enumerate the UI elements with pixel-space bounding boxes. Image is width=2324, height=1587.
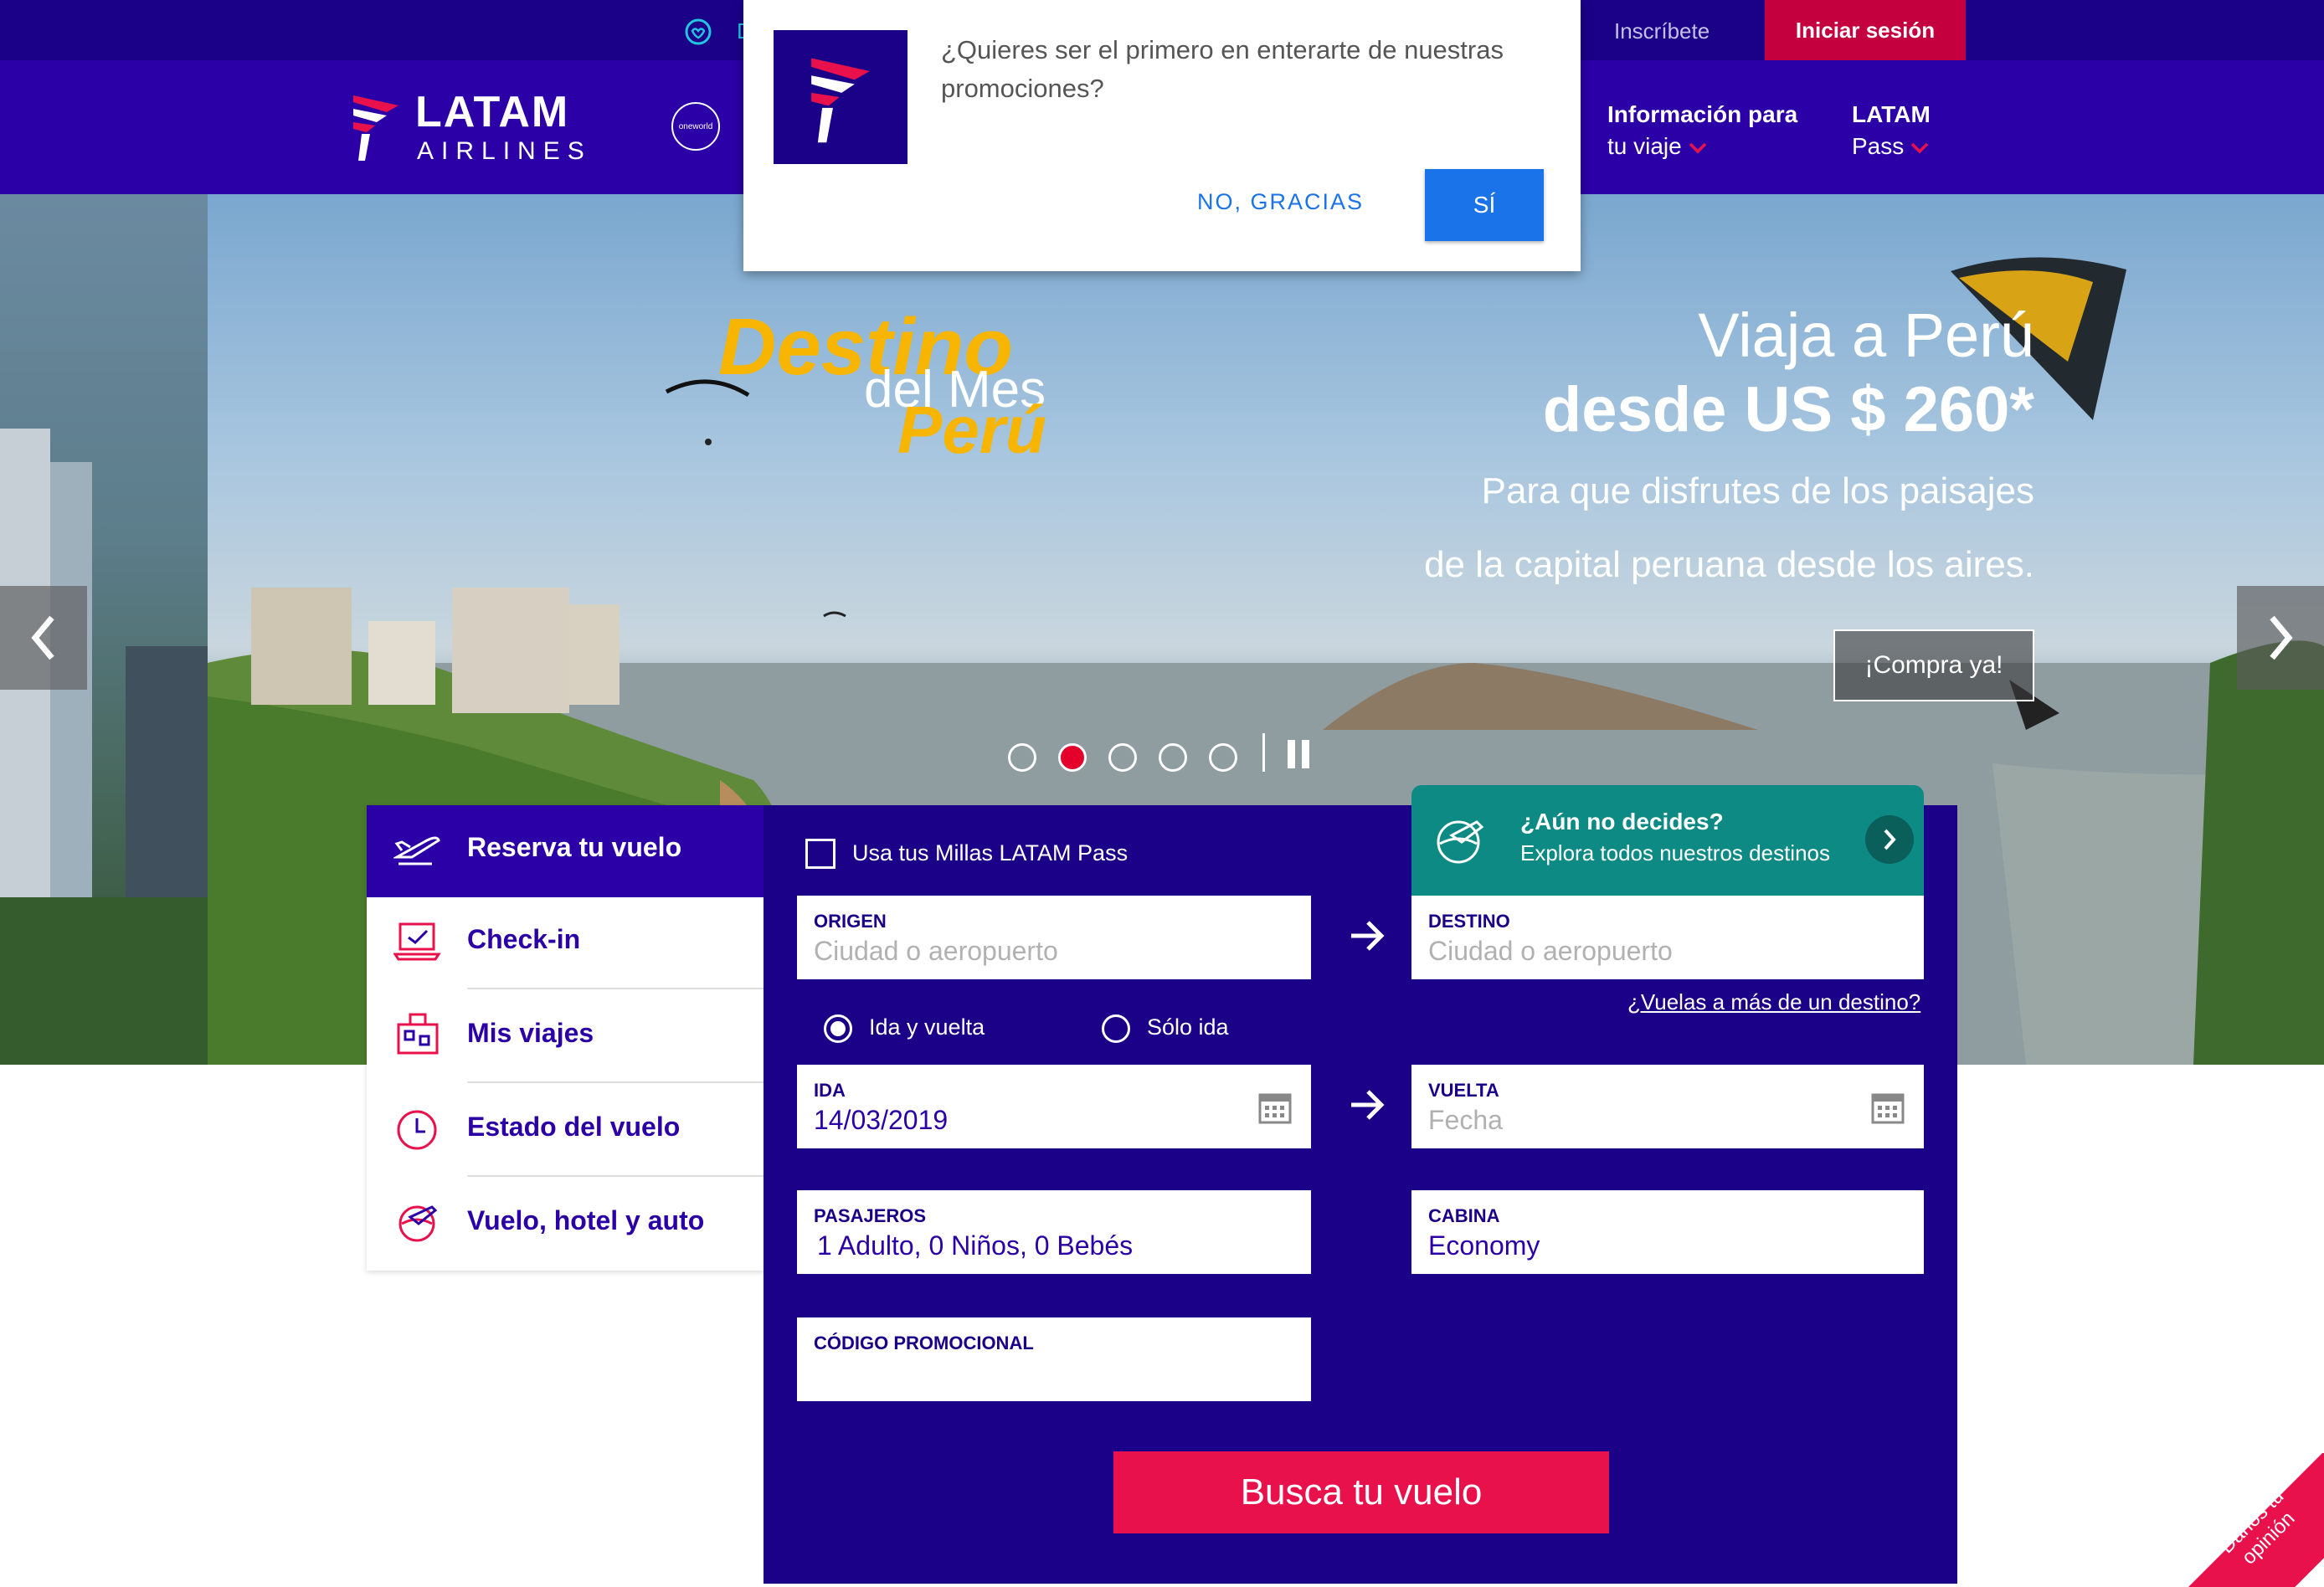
oneworld-text: oneworld [678, 121, 713, 131]
nav-item-line1: LATAM [1852, 101, 1931, 127]
chevron-right-icon [2270, 615, 2293, 660]
clock-icon [397, 1110, 437, 1150]
calendar-icon[interactable] [1257, 1090, 1293, 1125]
origin-label: ORIGEN [814, 911, 887, 932]
latam-logo-icon[interactable] [350, 87, 402, 164]
origin-field[interactable]: ORIGEN Ciudad o aeropuerto [797, 896, 1311, 979]
passengers-label: PASAJEROS [814, 1205, 927, 1226]
carousel-divider [1262, 733, 1265, 772]
nav-item-line2: Pass [1852, 133, 1905, 159]
latam-logo-icon [811, 58, 870, 143]
feedback-tab[interactable]: Danos tu opinión [2188, 1453, 2324, 1587]
cabin-select[interactable]: Economy [1428, 1230, 1540, 1261]
multi-destination-link[interactable]: ¿Vuelas a más de un destino? [1627, 989, 1920, 1015]
chevron-left-icon [31, 615, 54, 660]
carousel-dot[interactable] [1058, 743, 1087, 772]
laptop-check-icon [393, 922, 441, 961]
nav-item-line2: tu viaje [1607, 133, 1682, 159]
pause-icon[interactable] [1284, 738, 1313, 770]
miles-checkbox-label: Usa tus Millas LATAM Pass [852, 840, 1129, 865]
return-label: VUELTA [1428, 1080, 1499, 1101]
promo-code-field[interactable]: CÓDIGO PROMOCIONAL [797, 1317, 1311, 1401]
logo-subtitle: AIRLINES [417, 137, 592, 165]
return-input[interactable]: Fecha [1428, 1105, 1503, 1136]
sidebar-item-label: Vuelo, hotel y auto [467, 1205, 705, 1235]
oneworld-logo: oneworld [671, 102, 720, 151]
sidebar-item-label: Reserva tu vuelo [467, 832, 682, 862]
chevron-right-icon [1884, 829, 1896, 850]
plane-icon [393, 836, 440, 865]
carousel-dot[interactable] [1209, 743, 1237, 772]
sidebar-item-label: Mis viajes [467, 1018, 594, 1048]
carousel-dot[interactable] [1159, 743, 1187, 772]
login-button[interactable]: Iniciar sesión [1765, 0, 1966, 60]
departure-date-field[interactable]: IDA 14/03/2019 [797, 1065, 1311, 1148]
hero-price: desde US $ 260* [1542, 374, 2034, 445]
origin-input[interactable]: Ciudad o aeropuerto [814, 936, 1058, 967]
cabin-field[interactable]: CABINA Economy [1411, 1190, 1924, 1274]
hero-description-line2: de la capital peruana desde los aires. [1424, 544, 2034, 585]
popup-yes-button[interactable]: SÍ [1425, 169, 1544, 241]
logo-brand: LATAM [415, 88, 570, 136]
explore-arrow-button[interactable] [1865, 815, 1914, 864]
oneway-label: Sólo ida [1147, 1014, 1229, 1040]
globe-plane-icon [1437, 820, 1484, 864]
passengers-field[interactable]: PASAJEROS 1 Adulto, 0 Niños, 0 Bebés [797, 1190, 1311, 1274]
sidebar-item-label: Estado del vuelo [467, 1112, 681, 1142]
hero-title: Viaja a Perú [1698, 300, 2034, 370]
heart-hands-icon [685, 18, 712, 45]
popup-message-line2: promociones? [941, 74, 1104, 103]
search-flights-button[interactable]: Busca tu vuelo [1113, 1451, 1609, 1533]
roundtrip-label: Ida y vuelta [869, 1014, 985, 1040]
nav-item-latam-pass[interactable]: LATAM Pass [1852, 99, 1931, 162]
roundtrip-radio[interactable] [824, 1014, 852, 1043]
oneway-radio[interactable] [1102, 1014, 1130, 1043]
passengers-select[interactable]: 1 Adulto, 0 Niños, 0 Bebés [817, 1230, 1133, 1261]
chevron-down-icon [1689, 142, 1706, 154]
promo-code-label: CÓDIGO PROMOCIONAL [814, 1333, 1034, 1353]
return-date-field[interactable]: VUELTA Fecha [1411, 1065, 1924, 1148]
destination-label: DESTINO [1428, 911, 1510, 932]
popup-logo [774, 30, 907, 164]
chevron-down-icon [1910, 142, 1929, 154]
buy-now-button[interactable]: ¡Compra ya! [1833, 629, 2034, 701]
explore-subtitle: Explora todos nuestros destinos [1520, 840, 1830, 865]
arrow-right-icon [1351, 1090, 1385, 1120]
arrow-right-icon [1351, 921, 1385, 951]
nav-item-line1: Información para [1607, 101, 1798, 127]
carousel-next-button[interactable] [2237, 586, 2324, 690]
calendar-icon[interactable] [1870, 1090, 1905, 1125]
nav-item-info-viaje[interactable]: Información para tu viaje [1607, 99, 1797, 162]
register-link[interactable]: Inscríbete [1614, 18, 1710, 44]
destination-field[interactable]: DESTINO Ciudad o aeropuerto [1411, 896, 1924, 979]
carousel-prev-button[interactable] [0, 586, 87, 690]
carousel-dot[interactable] [1108, 743, 1137, 772]
popup-message-line1: ¿Quieres ser el primero en enterarte de … [941, 35, 1504, 64]
popup-no-button[interactable]: NO, GRACIAS [1197, 189, 1364, 215]
hero-description-line1: Para que disfrutes de los paisajes [1481, 470, 2034, 511]
departure-input[interactable]: 14/03/2019 [814, 1105, 948, 1136]
departure-label: IDA [814, 1080, 846, 1101]
miles-checkbox[interactable] [805, 839, 836, 869]
carousel-dot[interactable] [1008, 743, 1036, 772]
radio-selected-dot [830, 1021, 846, 1036]
destination-input[interactable]: Ciudad o aeropuerto [1428, 936, 1673, 967]
explore-title: ¿Aún no decides? [1520, 809, 1724, 835]
sidebar-item-label: Check-in [467, 924, 581, 954]
destino-badge-country: Perú [897, 393, 1046, 467]
luggage-icon [397, 1013, 439, 1055]
cabin-label: CABINA [1428, 1205, 1500, 1226]
globe-plane-icon [398, 1205, 438, 1242]
